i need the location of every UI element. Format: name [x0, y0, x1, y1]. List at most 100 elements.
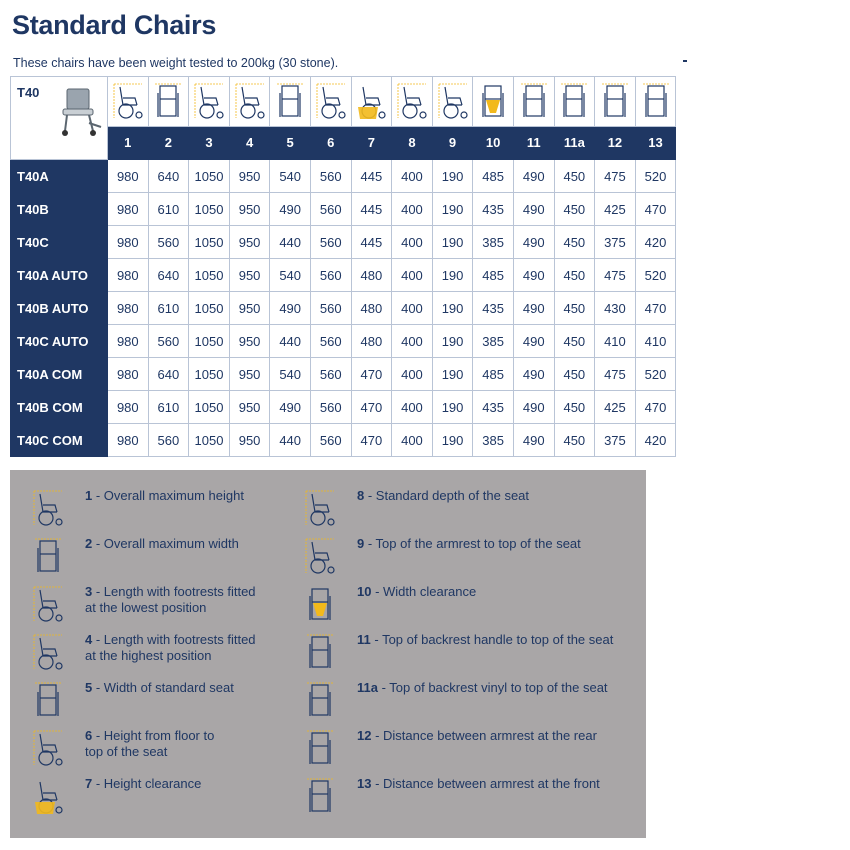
table-cell: 520	[634, 258, 677, 292]
table-cell: 400	[391, 357, 433, 391]
chair-front-armrest-rear-icon	[595, 81, 635, 121]
chair-front-armrest-front-icon	[636, 81, 676, 121]
table-cell: 435	[472, 390, 514, 424]
chair-front-width-icon	[149, 81, 189, 121]
legend-text: 13 - Distance between armrest at the fro…	[357, 776, 617, 792]
table-cell: 950	[228, 324, 271, 358]
legend-item: 12 - Distance between armrest at the rea…	[302, 728, 602, 772]
legend-description: - Length with footrests fitted	[92, 632, 256, 647]
chair-front-backrest-vinyl-icon	[555, 81, 595, 121]
table-cell: 190	[431, 357, 474, 391]
column-icon-cell	[431, 76, 474, 127]
table-cell: 1050	[188, 291, 230, 325]
dimensions-table: T40 1 2 3 4 5 6 7 8 9 10 11 11a 12 13 T40A 980 640 1050 950…	[10, 76, 677, 457]
table-cell: 445	[350, 225, 393, 259]
table-cell: 980	[107, 357, 149, 391]
column-icon-cell	[269, 76, 311, 127]
table-row: T40A COM 980 640 1050 950 540 560 470 400 190 485 4…	[10, 357, 677, 391]
column-icon-cell	[512, 76, 555, 127]
table-cell: 485	[472, 258, 514, 292]
table-cell: 640	[147, 357, 190, 391]
legend-text: 11a - Top of backrest vinyl to top of th…	[357, 680, 617, 696]
column-header: 1	[107, 125, 149, 161]
legend-description: - Top of backrest handle to top of the s…	[370, 632, 614, 647]
table-row: T40A AUTO 980 640 1050 950 540 560 480 400 190 485…	[10, 258, 677, 292]
legend-number: 10	[357, 584, 372, 599]
chair-height-clearance-icon	[352, 81, 392, 121]
table-cell: 425	[594, 192, 636, 226]
table-cell: 475	[594, 258, 636, 292]
chair-side-seat-depth-icon	[392, 81, 432, 121]
chair-front-backrest-handle-icon	[514, 81, 554, 121]
legend-description: - Overall maximum width	[92, 536, 239, 551]
table-cell: 190	[431, 225, 474, 259]
legend-text: 9 - Top of the armrest to top of the sea…	[357, 536, 617, 552]
table-cell: 385	[472, 423, 514, 457]
column-icon-cell	[594, 76, 636, 127]
table-cell: 485	[472, 159, 514, 193]
table-cell: 470	[634, 192, 677, 226]
column-icon-cell	[228, 76, 271, 127]
table-cell: 385	[472, 225, 514, 259]
table-cell: 560	[309, 324, 352, 358]
table-cell: 980	[107, 192, 149, 226]
legend-number: 11a	[357, 680, 378, 695]
column-icon-cell	[107, 76, 149, 127]
table-cell: 950	[228, 390, 271, 424]
model-cell: T40	[10, 76, 108, 160]
legend-item: 4 - Length with footrests fitted at the h…	[30, 632, 330, 676]
table-cell: 480	[350, 324, 393, 358]
table-cell: 1050	[188, 225, 230, 259]
table-cell: 490	[269, 291, 311, 325]
chair-front-seat-width-icon	[270, 81, 310, 121]
table-cell: 980	[107, 225, 149, 259]
table-cell: 980	[107, 390, 149, 424]
table-cell: 540	[269, 159, 311, 193]
table-cell: 440	[269, 423, 311, 457]
table-cell: 490	[512, 225, 555, 259]
table-cell: 560	[309, 357, 352, 391]
table-cell: 540	[269, 258, 311, 292]
table-cell: 560	[147, 324, 190, 358]
table-cell: 450	[553, 258, 596, 292]
table-cell: 610	[147, 192, 190, 226]
table-cell: 450	[553, 225, 596, 259]
column-header: 11a	[553, 125, 596, 161]
column-header: 8	[391, 125, 433, 161]
chair-side-length-icon	[189, 81, 229, 121]
legend-item: 11 - Top of backrest handle to top of th…	[302, 632, 613, 676]
table-cell: 400	[391, 258, 433, 292]
table-cell: 980	[107, 423, 149, 457]
column-header: 10	[472, 125, 514, 161]
column-icon-cell	[553, 76, 596, 127]
column-header: 6	[309, 125, 352, 161]
legend-item: 9 - Top of the armrest to top of the sea…	[302, 536, 602, 580]
table-cell: 560	[309, 291, 352, 325]
table-cell: 1050	[188, 357, 230, 391]
decorative-mark	[683, 60, 687, 62]
table-cell: 520	[634, 357, 677, 391]
row-label: T40A AUTO	[10, 258, 108, 292]
legend-text: 10 - Width clearance	[357, 584, 617, 600]
legend-item: 1 - Overall maximum height	[30, 488, 330, 532]
table-cell: 610	[147, 390, 190, 424]
legend-number: 11	[357, 632, 371, 647]
table-cell: 425	[594, 390, 636, 424]
legend-description: - Height clearance	[92, 776, 202, 791]
row-label: T40C AUTO	[10, 324, 108, 358]
column-icon-cell	[309, 76, 352, 127]
table-cell: 950	[228, 291, 271, 325]
table-cell: 375	[594, 225, 636, 259]
chair-side-seat-height-icon	[311, 81, 351, 121]
legend-description: - Distance between armrest at the front	[371, 776, 600, 791]
legend-item: 3 - Length with footrests fitted at the l…	[30, 584, 330, 628]
legend-description: - Length with footrests fitted	[92, 584, 256, 599]
legend-description: - Width of standard seat	[92, 680, 234, 695]
table-cell: 560	[309, 258, 352, 292]
table-cell: 385	[472, 324, 514, 358]
legend-description: - Height from floor to	[92, 728, 215, 743]
legend-item: 7 - Height clearance	[30, 776, 330, 820]
table-cell: 470	[350, 390, 393, 424]
table-cell: 490	[512, 324, 555, 358]
table-cell: 450	[553, 291, 596, 325]
